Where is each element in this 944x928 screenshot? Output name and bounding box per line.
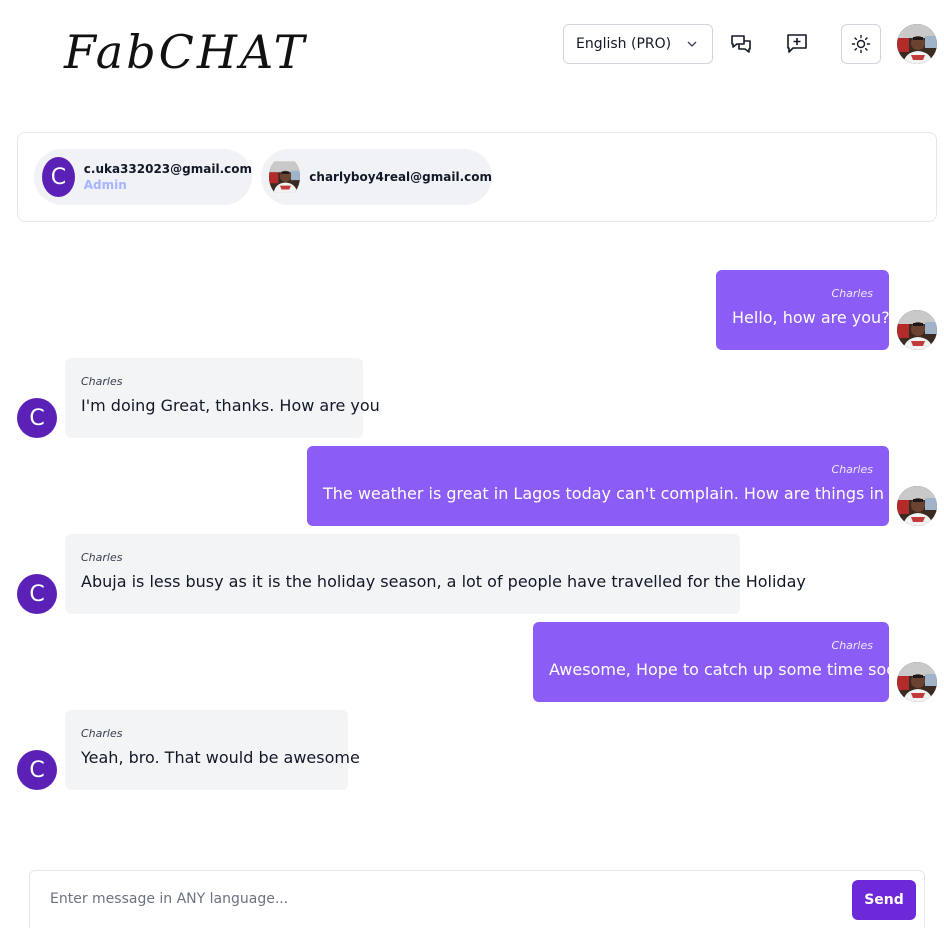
avatar: C (17, 750, 57, 790)
new-chat-icon (787, 34, 807, 53)
message-text: Yeah, bro. That would be awesome (81, 748, 360, 767)
avatar: C (17, 574, 57, 614)
message-sender: Charles (831, 463, 873, 476)
message-sender: Charles (81, 375, 123, 388)
chevron-down-icon (687, 41, 697, 47)
message-composer: Send (29, 870, 925, 928)
app-logo: FabCHAT (64, 25, 308, 79)
message-sender: Charles (81, 551, 123, 564)
avatar (897, 486, 937, 526)
message-text: Abuja is less busy as it is the holiday … (81, 572, 806, 591)
message-bubble-sent: Charles Awesome, Hope to catch up some t… (533, 622, 912, 702)
participants-panel: C c.uka332023@gmail.com Admin charlyboy4… (17, 132, 937, 222)
participant-chip-admin[interactable]: C c.uka332023@gmail.com Admin (34, 149, 252, 205)
new-chat-button[interactable] (777, 24, 817, 64)
message-text: Awesome, Hope to catch up some time soon… (549, 660, 912, 679)
avatar (897, 662, 937, 702)
send-button[interactable]: Send (852, 880, 916, 920)
chats-button[interactable] (721, 24, 761, 64)
message-bubble-received: Charles Abuja is less busy as it is the … (65, 534, 806, 614)
avatar: C (17, 398, 57, 438)
message-sender: Charles (81, 727, 123, 740)
message-sender: Charles (831, 639, 873, 652)
message-text: I'm doing Great, thanks. How are you (81, 396, 380, 415)
message-input[interactable] (30, 871, 840, 927)
message-sender: Charles (831, 287, 873, 300)
user-avatar[interactable] (897, 24, 937, 64)
chats-icon (731, 35, 751, 53)
avatar: C (42, 157, 75, 197)
message-text: Hello, how are you? (732, 308, 890, 327)
sun-icon (851, 34, 871, 54)
language-select-value: English (PRO) (576, 36, 672, 52)
message-bubble-sent: Charles The weather is great in Lagos to… (307, 446, 944, 526)
participant-email: charlyboy4real@gmail.com (309, 170, 492, 184)
message-list: Charles Hello, how are you? C Charles I'… (0, 250, 944, 810)
avatar (269, 157, 300, 197)
message-bubble-sent: Charles Hello, how are you? (716, 270, 890, 350)
participant-role-badge: Admin (83, 178, 127, 192)
message-text: The weather is great in Lagos today can'… (323, 484, 944, 503)
app-header: FabCHAT English (PRO) (0, 0, 944, 90)
participant-chip[interactable]: charlyboy4real@gmail.com (261, 149, 492, 205)
language-select[interactable]: English (PRO) (563, 24, 713, 64)
theme-toggle-button[interactable] (841, 24, 881, 64)
participant-email: c.uka332023@gmail.com (83, 162, 252, 176)
avatar (897, 310, 937, 350)
message-bubble-received: Charles I'm doing Great, thanks. How are… (65, 358, 380, 438)
message-bubble-received: Charles Yeah, bro. That would be awesome (65, 710, 360, 790)
